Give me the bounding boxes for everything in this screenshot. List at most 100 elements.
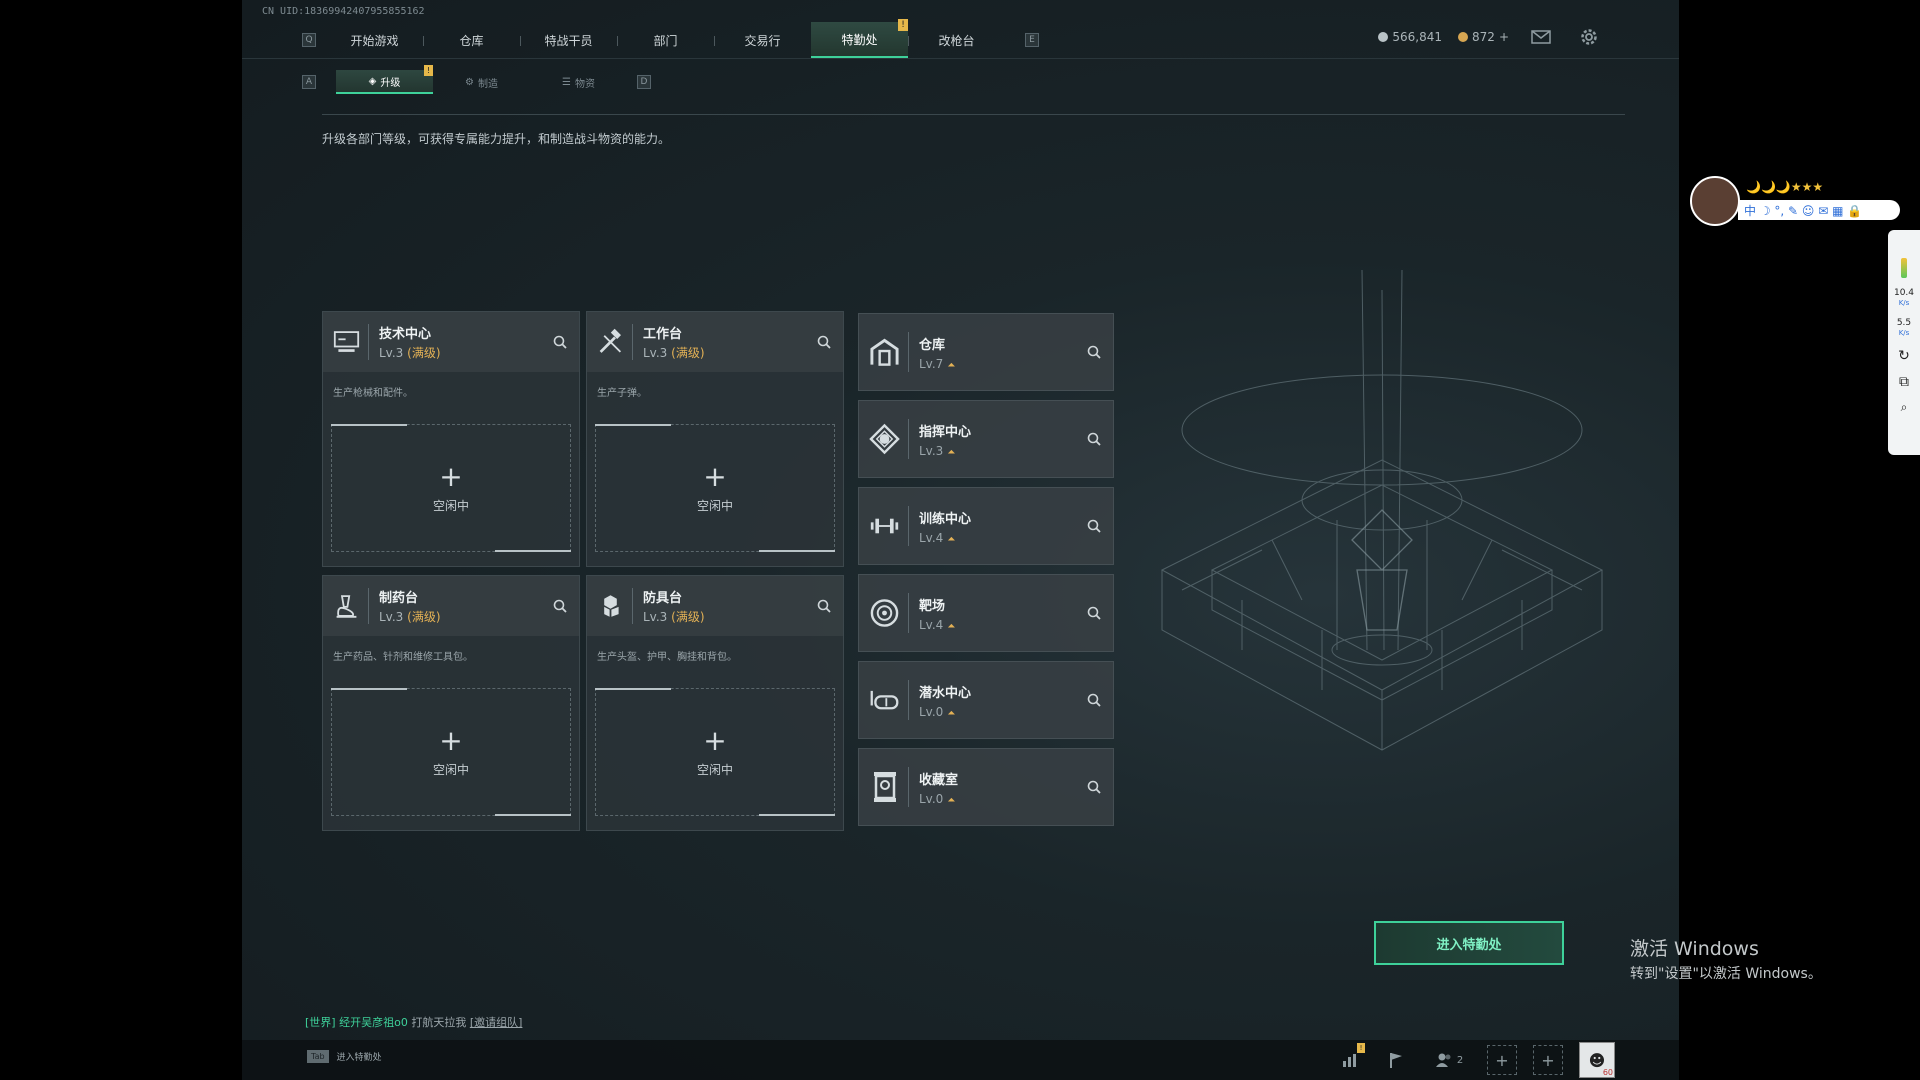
tab-operators[interactable]: 特战干员 bbox=[520, 22, 617, 58]
department-training[interactable]: 训练中心 Lv.4 ⏶ bbox=[858, 487, 1114, 565]
swirl-icon[interactable]: ↻ bbox=[1898, 348, 1910, 364]
target-icon bbox=[869, 593, 909, 633]
currency-display: 566,841 872 + bbox=[1378, 30, 1509, 44]
search-icon[interactable] bbox=[1085, 343, 1103, 361]
silver-coin-icon bbox=[1378, 32, 1389, 42]
alert-badge: ! bbox=[424, 65, 433, 76]
ime-toolbar-bar[interactable]: 中 ☽ °, ✎ ☺ ✉ ▦ 🔒 bbox=[1738, 200, 1900, 220]
chat-user[interactable]: 经开吴彦祖o0 bbox=[339, 1016, 408, 1029]
gear-icon[interactable] bbox=[1579, 28, 1599, 46]
tab-label: 部门 bbox=[653, 33, 678, 48]
max-level-tag: (满级) bbox=[671, 610, 705, 624]
department-shooting-range[interactable]: 靶场 Lv.4 ⏶ bbox=[858, 574, 1114, 652]
department-warehouse[interactable]: 仓库 Lv.7 ⏶ bbox=[858, 313, 1114, 391]
watermark-line1: 激活 Windows bbox=[1630, 938, 1759, 960]
gold-currency[interactable]: 872 + bbox=[1458, 30, 1509, 44]
search-icon[interactable] bbox=[815, 597, 833, 615]
nav-key-left[interactable]: Q bbox=[302, 33, 316, 47]
card-header: 防具台 Lv.3 (满级) bbox=[587, 576, 843, 636]
avatar-face-icon: ☻ bbox=[1588, 1050, 1606, 1070]
department-name: 靶场 bbox=[919, 598, 946, 614]
craft-slot[interactable]: + 空闲中 bbox=[595, 688, 835, 816]
flag-icon[interactable] bbox=[1381, 1045, 1411, 1075]
gold-amount: 872 bbox=[1472, 30, 1495, 44]
mail-icon[interactable] bbox=[1531, 28, 1551, 46]
slot-status: 空闲中 bbox=[432, 762, 469, 777]
department-level: Lv.0 ⏶ bbox=[919, 705, 971, 719]
level-value: Lv.3 bbox=[379, 610, 404, 624]
subnav-key-left[interactable]: A bbox=[302, 75, 316, 89]
card-level: Lv.3 (满级) bbox=[643, 608, 705, 625]
tab-label: 开始游戏 bbox=[350, 33, 399, 48]
subtab-craft[interactable]: ⚙ 制造 bbox=[433, 70, 530, 94]
tab-special-service[interactable]: 特勤处 ! bbox=[811, 19, 908, 58]
department-diving[interactable]: 潜水中心 Lv.0 ⏶ bbox=[858, 661, 1114, 739]
card-level: Lv.3 (满级) bbox=[379, 608, 441, 625]
department-level: Lv.0 ⏶ bbox=[919, 792, 958, 806]
net-up-unit: K/s bbox=[1898, 299, 1910, 307]
craft-slot[interactable]: + 空闲中 bbox=[595, 424, 835, 552]
subtab-label: 制造 bbox=[477, 78, 498, 90]
bottom-hint[interactable]: Tab 进入特勤处 bbox=[307, 1050, 382, 1063]
tab-department[interactable]: 部门 bbox=[617, 22, 714, 58]
subtab-label: 升级 bbox=[380, 77, 401, 89]
workstation-card-tech[interactable]: 技术中心 Lv.3 (满级) 生产枪械和配件。 + 空闲中 bbox=[322, 311, 580, 567]
search-icon[interactable] bbox=[815, 333, 833, 351]
add-teammate-button[interactable]: + bbox=[1487, 1045, 1517, 1075]
net-down-unit: K/s bbox=[1898, 329, 1910, 337]
craft-slot[interactable]: + 空闲中 bbox=[331, 424, 571, 552]
tab-hint-label: 进入特勤处 bbox=[336, 1053, 382, 1063]
department-command[interactable]: 指挥中心 Lv.3 ⏶ bbox=[858, 400, 1114, 478]
command-icon bbox=[869, 419, 909, 459]
department-level: Lv.4 ⏶ bbox=[919, 618, 955, 632]
search-icon[interactable] bbox=[1085, 691, 1103, 709]
screenshot-icon[interactable]: ⧉ bbox=[1899, 374, 1909, 390]
search-icon[interactable] bbox=[1085, 517, 1103, 535]
department-name: 指挥中心 bbox=[919, 424, 972, 440]
search-icon[interactable] bbox=[1085, 430, 1103, 448]
stats-icon[interactable]: ! bbox=[1335, 1043, 1365, 1075]
card-level: Lv.3 (满级) bbox=[379, 344, 441, 361]
topbar-divider bbox=[242, 58, 1679, 59]
plus-icon: + bbox=[439, 459, 463, 493]
search-icon[interactable] bbox=[1085, 604, 1103, 622]
card-level: Lv.3 (满级) bbox=[643, 344, 705, 361]
top-icons bbox=[1531, 28, 1599, 46]
search-icon[interactable]: ⌕ bbox=[1901, 400, 1908, 415]
game-window: CN UID:18369942407955855162 Q 开始游戏 仓库 特战… bbox=[242, 0, 1679, 1080]
department-level: Lv.7 ⏶ bbox=[919, 357, 955, 371]
search-icon[interactable] bbox=[551, 597, 569, 615]
plus-icon: + bbox=[703, 459, 727, 493]
net-down-speed: 5.5 K/s bbox=[1897, 318, 1911, 338]
subtab-upgrade[interactable]: ◈ 升级 ! bbox=[336, 65, 433, 94]
tab-warehouse[interactable]: 仓库 bbox=[423, 22, 520, 58]
tab-gunsmith[interactable]: 改枪台 bbox=[908, 22, 1005, 58]
subtab-supplies[interactable]: ☰ 物资 bbox=[530, 70, 627, 94]
invite-team-link[interactable]: [邀请组队] bbox=[470, 1016, 523, 1029]
level-value: Lv.3 bbox=[919, 443, 944, 458]
player-avatar[interactable]: ☻ 60 bbox=[1579, 1042, 1615, 1078]
ime-avatar[interactable] bbox=[1690, 176, 1740, 226]
supplies-icon: ☰ bbox=[562, 76, 571, 88]
craft-slot[interactable]: + 空闲中 bbox=[331, 688, 571, 816]
trophy-case-icon bbox=[869, 767, 909, 807]
friends-icon[interactable]: 2 bbox=[1427, 1045, 1471, 1075]
subnav-key-right[interactable]: D bbox=[637, 75, 651, 89]
department-name: 收藏室 bbox=[919, 772, 959, 788]
enter-special-service-button[interactable]: 进入特勤处 bbox=[1374, 921, 1564, 965]
chat-text: 打航天拉我 bbox=[411, 1016, 467, 1029]
nav-key-right[interactable]: E bbox=[1025, 33, 1039, 47]
add-gold-button[interactable]: + bbox=[1499, 30, 1509, 44]
department-name: 训练中心 bbox=[919, 511, 972, 527]
workstation-card-workbench[interactable]: 工作台 Lv.3 (满级) 生产子弹。 + 空闲中 bbox=[586, 311, 844, 567]
add-teammate-button[interactable]: + bbox=[1533, 1045, 1563, 1075]
search-icon[interactable] bbox=[1085, 778, 1103, 796]
workstation-card-pharmacy[interactable]: 制药台 Lv.3 (满级) 生产药品、针剂和维修工具包。 + 空闲中 bbox=[322, 575, 580, 831]
tab-start-game[interactable]: 开始游戏 bbox=[326, 22, 423, 58]
department-collection[interactable]: 收藏室 Lv.0 ⏶ bbox=[858, 748, 1114, 826]
plus-icon: + bbox=[703, 723, 727, 757]
uid-label: CN UID:18369942407955855162 bbox=[262, 6, 425, 17]
workstation-card-armor[interactable]: 防具台 Lv.3 (满级) 生产头盔、护甲、胸挂和背包。 + 空闲中 bbox=[586, 575, 844, 831]
search-icon[interactable] bbox=[551, 333, 569, 351]
tab-trading[interactable]: 交易行 bbox=[714, 22, 811, 58]
